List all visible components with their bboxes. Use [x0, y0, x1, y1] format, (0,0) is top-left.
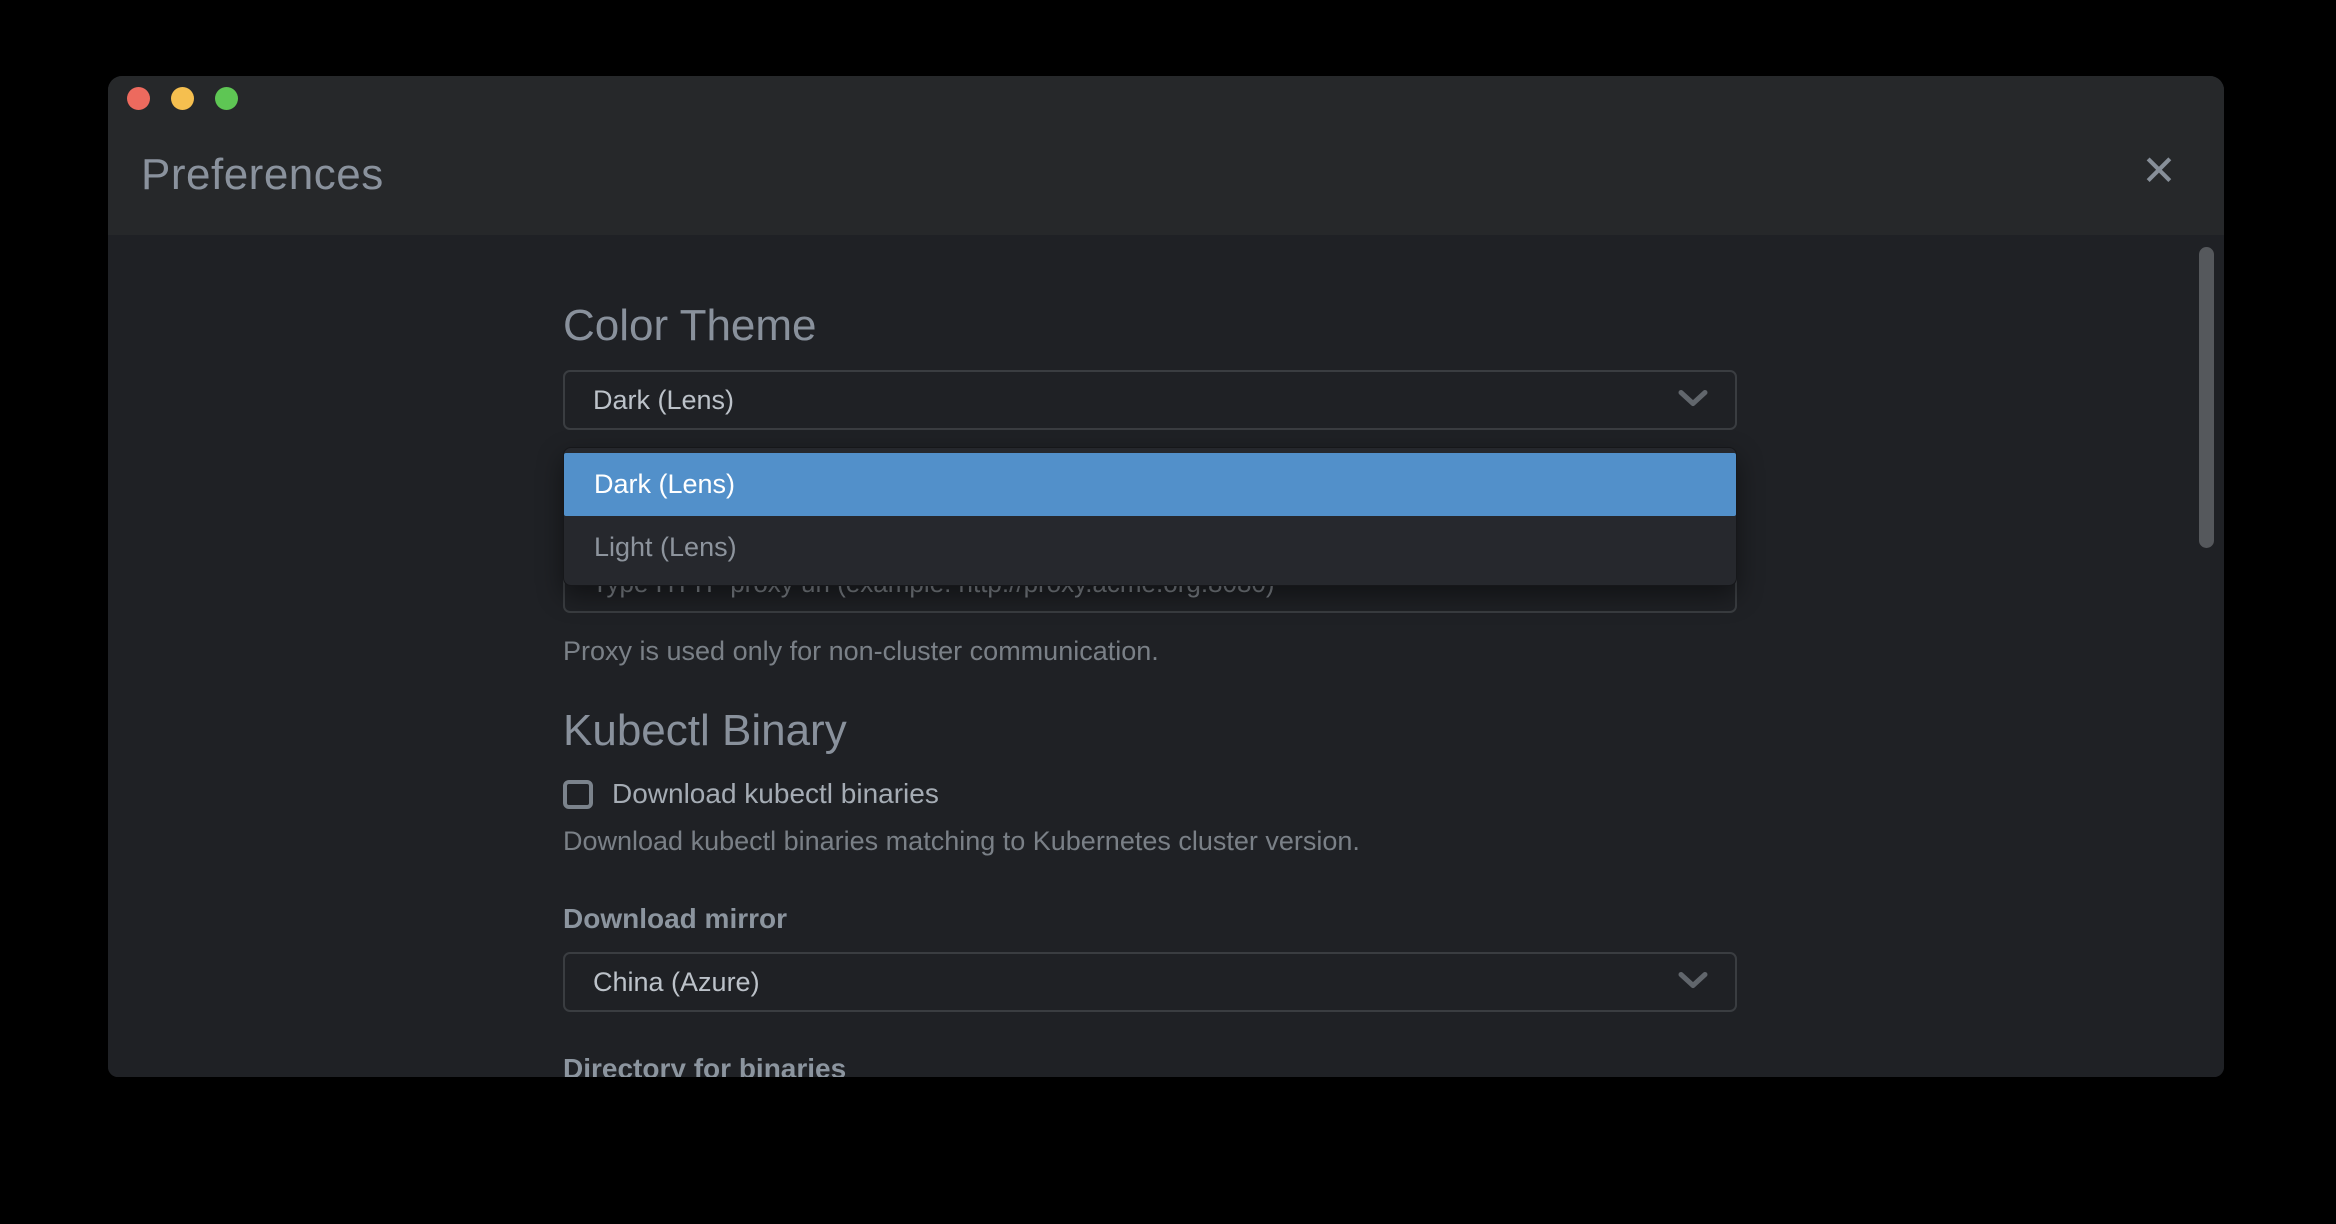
dropdown-option-dark[interactable]: Dark (Lens): [564, 453, 1736, 516]
download-kubectl-row: Download kubectl binaries: [563, 778, 1737, 810]
close-button[interactable]: ✕: [2134, 146, 2184, 196]
color-theme-select[interactable]: Dark (Lens): [563, 370, 1737, 430]
page-title: Preferences: [141, 148, 384, 201]
preferences-content: Color Theme Dark (Lens) Dark (Lens) Ligh…: [108, 235, 2224, 1077]
dropdown-option-light[interactable]: Light (Lens): [564, 516, 1736, 579]
kubectl-binary-heading: Kubectl Binary: [563, 705, 1737, 757]
close-traffic-button[interactable]: [127, 87, 150, 110]
desktop: Preferences ✕ Color Theme Dark (Lens) Da…: [0, 0, 2336, 1224]
close-icon: ✕: [2141, 150, 2176, 192]
download-kubectl-checkbox[interactable]: [563, 780, 593, 809]
download-mirror-select[interactable]: China (Azure): [563, 952, 1737, 1012]
download-mirror-label: Download mirror: [563, 902, 1737, 936]
chevron-down-icon: [1677, 385, 1709, 416]
chevron-down-icon: [1677, 967, 1709, 998]
download-mirror-select-value: China (Azure): [593, 967, 760, 998]
titlebar[interactable]: Preferences ✕: [108, 76, 2224, 235]
kubectl-helper-text: Download kubectl binaries matching to Ku…: [563, 825, 1737, 857]
color-theme-dropdown: Dark (Lens) Light (Lens): [563, 447, 1737, 586]
preferences-window: Preferences ✕ Color Theme Dark (Lens) Da…: [108, 76, 2224, 1077]
download-kubectl-label: Download kubectl binaries: [612, 778, 939, 810]
proxy-helper-text: Proxy is used only for non-cluster commu…: [563, 635, 1737, 667]
directory-for-binaries-label: Directory for binaries: [563, 1052, 1737, 1077]
scrollbar-thumb[interactable]: [2199, 247, 2214, 548]
zoom-traffic-button[interactable]: [215, 87, 238, 110]
color-theme-heading: Color Theme: [563, 300, 1737, 352]
minimize-traffic-button[interactable]: [171, 87, 194, 110]
color-theme-select-value: Dark (Lens): [593, 385, 734, 416]
traffic-lights: [127, 87, 238, 110]
